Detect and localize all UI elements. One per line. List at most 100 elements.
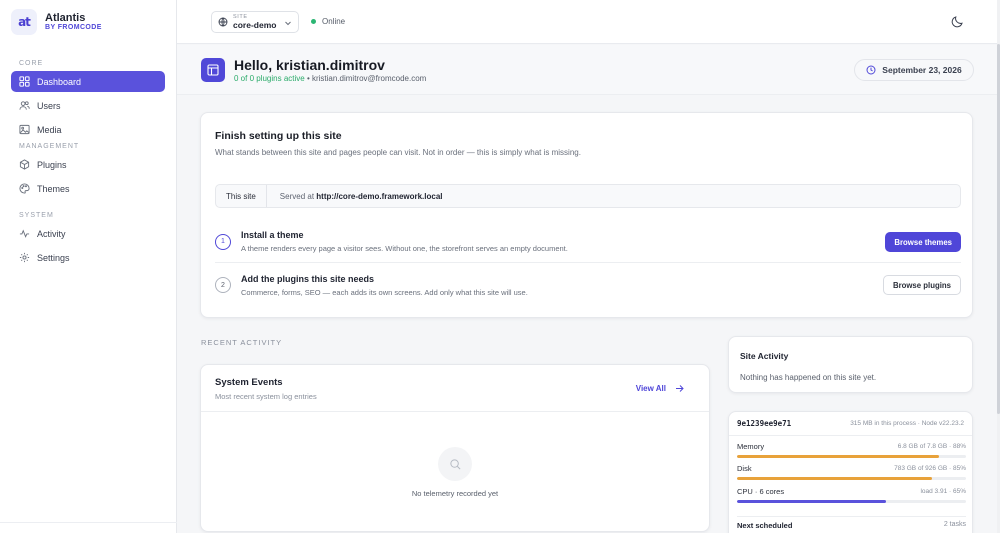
brand[interactable]: at Atlantis BY FROMCODE <box>0 0 176 44</box>
setup-step: 2 Add the plugins this site needs Commer… <box>215 264 961 306</box>
cube-icon <box>19 159 30 170</box>
sidebar-footer-divider <box>0 522 177 523</box>
sidebar-item-label: Media <box>37 124 62 135</box>
system-events-subtitle: Most recent system log entries <box>215 392 317 401</box>
progress-track <box>737 477 966 480</box>
process-meta: 315 MB in this process · Node v22.23.2 <box>850 420 964 427</box>
layout-icon <box>201 58 225 82</box>
stat-name: Disk <box>737 464 752 473</box>
sidebar-item-media[interactable]: Media <box>11 119 165 140</box>
stats-header: 9e1239ee9e71 315 MB in this process · No… <box>729 412 972 436</box>
globe-icon <box>218 17 228 27</box>
setup-card: Finish setting up this site What stands … <box>200 112 973 318</box>
recent-activity-label: RECENT ACTIVITY <box>201 338 283 347</box>
activity-icon <box>19 228 30 239</box>
view-all-link[interactable]: View All <box>636 384 684 393</box>
image-icon <box>19 124 30 135</box>
step-title: Add the plugins this site needs <box>241 273 375 284</box>
system-stats-card: 9e1239ee9e71 315 MB in this process · No… <box>728 411 973 533</box>
chevron-down-icon <box>284 19 292 27</box>
sidebar-item-activity[interactable]: Activity <box>11 223 165 244</box>
view-all-label: View All <box>635 384 666 393</box>
user-email: kristian.dimitrov@fromcode.com <box>311 74 427 83</box>
stat-value: 783 GB of 926 GB · 85% <box>894 465 966 472</box>
stat-cpu: CPU · 6 cores load 3.91 · 65% <box>737 487 966 503</box>
current-date: September 23, 2026 <box>882 65 962 75</box>
progress-track <box>737 455 966 458</box>
site-selector-value: core-demo <box>233 20 277 30</box>
sidebar-item-users[interactable]: Users <box>11 95 165 116</box>
stat-memory: Memory 6.8 GB of 7.8 GB · 88% <box>737 442 966 458</box>
site-info-label: This site <box>216 185 267 207</box>
step-number: 2 <box>215 277 231 293</box>
site-activity-title: Site Activity <box>740 351 789 361</box>
browse-themes-button[interactable]: Browse themes <box>885 232 961 252</box>
sidebar-item-dashboard[interactable]: Dashboard <box>11 71 165 92</box>
status-text: Online <box>322 17 346 26</box>
palette-icon <box>19 183 30 194</box>
site-activity-card: Site Activity Nothing has happened on th… <box>728 336 973 393</box>
page-title: Hello, kristian.dimitrov <box>234 57 385 73</box>
served-url: http://core-demo.framework.local <box>316 191 443 201</box>
progress-fill <box>737 477 932 480</box>
brand-logo: at <box>11 9 37 35</box>
sidebar: at Atlantis BY FROMCODE CORE Dashboard U… <box>0 0 177 533</box>
empty-state-text: No telemetry recorded yet <box>411 489 499 498</box>
step-description: A theme renders every page a visitor see… <box>241 244 568 253</box>
site-status: Online <box>311 17 345 26</box>
dashboard-icon <box>19 76 30 87</box>
sidebar-item-label: Dashboard <box>37 76 82 87</box>
topbar: SITE core-demo Online <box>177 0 997 44</box>
instance-id: 9e1239ee9e71 <box>737 419 792 428</box>
brand-name: Atlantis <box>45 11 86 24</box>
setup-step: 1 Install a theme A theme renders every … <box>215 221 961 263</box>
site-info-box: This site Served at http://core-demo.fra… <box>215 184 961 208</box>
search-icon <box>438 447 472 481</box>
section-label-core: CORE <box>19 60 44 67</box>
site-activity-text: Nothing has happened on this site yet. <box>740 373 877 382</box>
page-subtitle: 0 of 0 plugins active • kristian.dimitro… <box>234 74 427 83</box>
sidebar-item-label: Activity <box>37 228 66 239</box>
stat-value: load 3.91 · 65% <box>920 488 966 495</box>
sidebar-item-label: Users <box>37 100 61 111</box>
users-icon <box>19 100 30 111</box>
system-events-card: System Events Most recent system log ent… <box>200 364 710 532</box>
browse-plugins-button[interactable]: Browse plugins <box>882 275 961 295</box>
plugins-active: 0 of 0 plugins active <box>234 74 305 83</box>
site-selector[interactable]: SITE core-demo <box>211 11 299 33</box>
status-dot <box>311 19 316 24</box>
sidebar-item-label: Themes <box>37 183 70 194</box>
system-events-title: System Events <box>215 377 283 388</box>
next-scheduled: Next scheduled 2 tasks <box>737 516 966 530</box>
step-description: Commerce, forms, SEO — each adds its own… <box>241 287 528 297</box>
next-scheduled-label: Next scheduled <box>737 521 793 530</box>
stat-name: CPU · 6 cores <box>737 487 785 496</box>
page-header: Hello, kristian.dimitrov 0 of 0 plugins … <box>177 45 997 95</box>
stat-value: 6.8 GB of 7.8 GB · 88% <box>897 443 966 450</box>
sidebar-item-label: Plugins <box>37 159 67 170</box>
step-number: 1 <box>215 233 231 250</box>
sidebar-item-settings[interactable]: Settings <box>11 247 165 268</box>
section-label-system: SYSTEM <box>19 212 54 219</box>
sidebar-item-label: Settings <box>37 252 70 263</box>
progress-track <box>737 500 966 503</box>
progress-fill <box>737 455 939 458</box>
served-prefix: Served at <box>279 191 317 201</box>
divider <box>201 411 709 412</box>
section-label-management: MANAGEMENT <box>19 143 80 150</box>
brand-subtitle: BY FROMCODE <box>45 24 102 32</box>
stat-disk: Disk 783 GB of 926 GB · 85% <box>737 464 966 480</box>
setup-title: Finish setting up this site <box>215 130 342 142</box>
date-pill: September 23, 2026 <box>854 59 974 81</box>
gear-icon <box>19 252 30 263</box>
step-title: Install a theme <box>241 230 304 240</box>
clock-icon <box>866 65 876 75</box>
arrow-right-icon <box>675 384 684 393</box>
next-scheduled-value: 2 tasks <box>943 521 966 528</box>
setup-description: What stands between this site and pages … <box>215 148 581 157</box>
stat-name: Memory <box>737 442 765 451</box>
moon-icon[interactable] <box>951 15 964 28</box>
progress-fill <box>737 500 886 503</box>
sidebar-item-plugins[interactable]: Plugins <box>11 154 165 175</box>
sidebar-item-themes[interactable]: Themes <box>11 178 165 199</box>
